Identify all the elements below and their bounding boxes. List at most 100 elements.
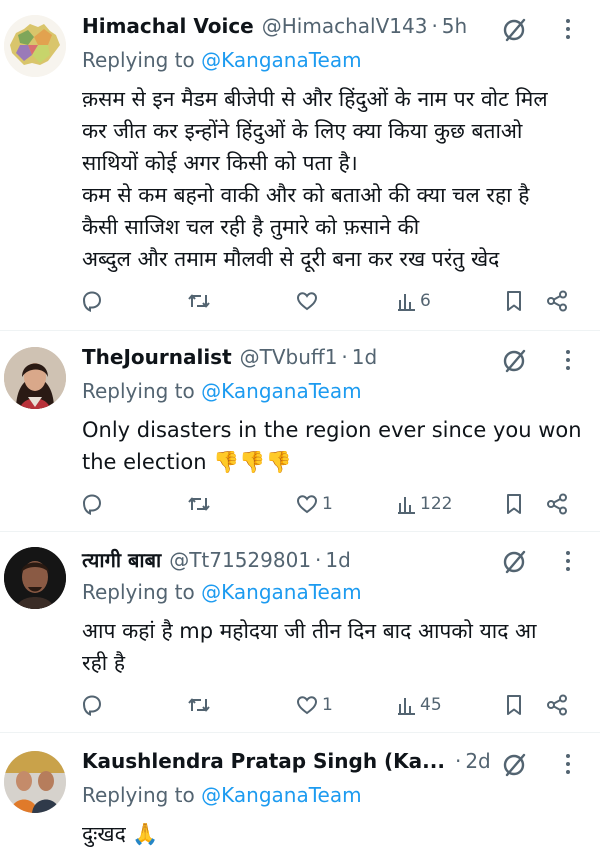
repost-icon <box>186 693 212 717</box>
grok-icon[interactable] <box>500 546 530 576</box>
bookmark-button[interactable] <box>503 689 525 721</box>
replying-to-line: Replying to @KanganaTeam <box>82 48 362 72</box>
like-count: 1 <box>322 695 333 715</box>
views-icon <box>397 290 417 312</box>
avatar[interactable] <box>4 751 66 813</box>
reply-icon <box>80 289 104 313</box>
grok-icon[interactable] <box>500 345 530 375</box>
mention-link[interactable]: @KanganaTeam <box>201 379 361 403</box>
replying-to-label: Replying to <box>82 580 195 604</box>
repost-button[interactable] <box>186 689 215 721</box>
replying-to-label: Replying to <box>82 48 195 72</box>
avatar[interactable] <box>4 547 66 609</box>
tweet-text: दुःखद 🙏 <box>82 818 592 850</box>
reply-button[interactable] <box>80 689 107 721</box>
separator-dot: · <box>315 548 322 572</box>
tweet-time[interactable]: 1d <box>352 345 377 369</box>
replying-to-line: Replying to @KanganaTeam <box>82 783 362 807</box>
repost-button[interactable] <box>186 285 215 317</box>
replying-to-line: Replying to @KanganaTeam <box>82 379 362 403</box>
replying-to-label: Replying to <box>82 783 195 807</box>
separator-dot: · <box>454 749 462 773</box>
tweet-text: क़सम से इन मैडम बीजेपी से और हिंदुओं के … <box>82 83 592 275</box>
repost-icon <box>186 289 212 313</box>
replying-to-label: Replying to <box>82 379 195 403</box>
views-icon <box>397 694 417 716</box>
share-button[interactable] <box>545 488 569 520</box>
separator-dot: · <box>431 14 438 38</box>
repost-button[interactable] <box>186 488 215 520</box>
tweet-text-line: रही है <box>82 651 126 675</box>
reply-icon <box>80 492 104 516</box>
bookmark-button[interactable] <box>503 488 525 520</box>
like-button[interactable]: 1 <box>295 689 333 721</box>
tweet-text-line: दुःखद 🙏 <box>82 822 159 846</box>
views-count: 45 <box>420 695 442 715</box>
tweet-text: Only disasters in the region ever since … <box>82 414 592 478</box>
user-handle[interactable]: @TVbuff1 <box>240 345 338 369</box>
more-icon[interactable] <box>558 546 578 576</box>
tweet-text-line: Only disasters in the region ever since … <box>82 418 582 442</box>
grok-icon[interactable] <box>500 749 530 779</box>
tweet[interactable]: TheJournalist @TVbuff1 · 1d Replying to … <box>0 331 600 531</box>
share-icon <box>545 492 569 516</box>
like-button[interactable]: 1 <box>295 488 333 520</box>
user-handle[interactable]: @HimachalV143 <box>262 14 428 38</box>
separator-dot: · <box>341 345 348 369</box>
like-count: 1 <box>322 494 333 514</box>
reply-button[interactable] <box>80 488 107 520</box>
tweet[interactable]: Kaushlendra Pratap Singh (Ka... · 2d Rep… <box>0 733 600 850</box>
more-icon[interactable] <box>558 749 578 779</box>
replying-to-line: Replying to @KanganaTeam <box>82 580 362 604</box>
bookmark-icon <box>503 289 525 313</box>
tweet-text: आप कहां है mp महोदया जी तीन दिन बाद आपको… <box>82 615 592 679</box>
display-name[interactable]: Himachal Voice <box>82 14 254 38</box>
reply-button[interactable] <box>80 285 107 317</box>
share-button[interactable] <box>545 285 569 317</box>
display-name[interactable]: Kaushlendra Pratap Singh (Ka... <box>82 749 445 773</box>
tweet-text-line: the election 👎👎👎 <box>82 450 292 474</box>
views-button[interactable]: 6 <box>397 285 431 317</box>
tweet-time[interactable]: 1d <box>325 548 350 572</box>
display-name[interactable]: त्यागी बाबा <box>82 546 161 573</box>
bookmark-icon <box>503 492 525 516</box>
tweet-text-line: आप कहां है mp महोदया जी तीन दिन बाद आपको… <box>82 619 537 643</box>
more-icon[interactable] <box>558 345 578 375</box>
like-icon <box>295 492 319 516</box>
share-button[interactable] <box>545 689 569 721</box>
tweet-actions: 6 <box>0 285 600 317</box>
tweet-text-line: कैसी साजिश चल रही है तुमारे को फ़साने की <box>82 215 420 239</box>
tweet-text-line: साथियों कोई अगर किसी को पता है। <box>82 151 358 175</box>
tweet-text-line: कम से कम बहनो वाकी और को बताओ की क्या चल… <box>82 183 530 207</box>
share-icon <box>545 289 569 313</box>
avatar[interactable] <box>4 347 66 409</box>
tweet-time[interactable]: 2d <box>465 749 490 773</box>
like-button[interactable] <box>295 285 322 317</box>
avatar[interactable] <box>4 15 66 77</box>
like-icon <box>295 693 319 717</box>
tweet[interactable]: Himachal Voice @HimachalV143 · 5h Replyi… <box>0 0 600 330</box>
views-icon <box>397 493 417 515</box>
bookmark-icon <box>503 693 525 717</box>
user-handle[interactable]: @Tt71529801 <box>169 548 311 572</box>
tweet-actions: 1 45 <box>0 689 600 721</box>
display-name[interactable]: TheJournalist <box>82 345 232 369</box>
share-icon <box>545 693 569 717</box>
tweet-text-line: क़सम से इन मैडम बीजेपी से और हिंदुओं के … <box>82 87 548 111</box>
bookmark-button[interactable] <box>503 285 525 317</box>
mention-link[interactable]: @KanganaTeam <box>201 580 361 604</box>
views-button[interactable]: 122 <box>397 488 452 520</box>
tweet[interactable]: त्यागी बाबा @Tt71529801 · 1d Replying to… <box>0 532 600 732</box>
repost-icon <box>186 492 212 516</box>
mention-link[interactable]: @KanganaTeam <box>201 783 361 807</box>
tweet-text-line: कर जीत कर इन्होंने हिंदुओं के लिए क्या क… <box>82 119 523 143</box>
views-count: 122 <box>420 494 453 514</box>
grok-icon[interactable] <box>500 14 530 44</box>
mention-link[interactable]: @KanganaTeam <box>201 48 361 72</box>
reply-icon <box>80 693 104 717</box>
tweet-text-line: अब्दुल और तमाम मौलवी से दूरी बना कर रख प… <box>82 247 500 271</box>
more-icon[interactable] <box>558 14 578 44</box>
tweet-time[interactable]: 5h <box>442 14 467 38</box>
tweet-actions: 1 122 <box>0 488 600 520</box>
views-button[interactable]: 45 <box>397 689 442 721</box>
